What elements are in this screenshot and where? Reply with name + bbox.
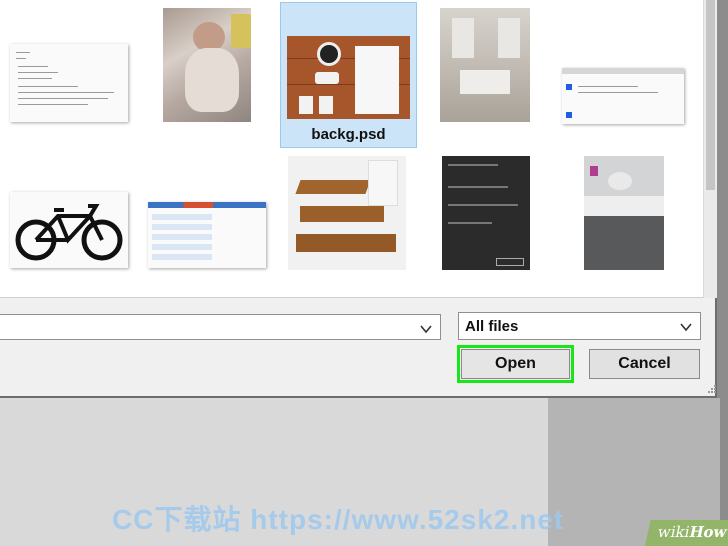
open-button[interactable]: Open xyxy=(457,345,574,383)
cabinet-thumbnail xyxy=(584,156,664,270)
spreadsheet-thumbnail xyxy=(148,202,266,268)
wikihow-logo: wikiHow xyxy=(645,520,728,546)
file-type-value: All files xyxy=(465,318,519,335)
stairs-thumbnail xyxy=(288,156,406,270)
file-open-dialog: backg.psd All files Open Cancel xyxy=(0,0,717,398)
file-label: backg.psd xyxy=(311,126,386,143)
baby-photo-thumbnail xyxy=(163,8,251,122)
file-list-pane: backg.psd xyxy=(0,0,703,298)
wikihow-logo-wiki: wiki xyxy=(656,523,692,541)
wikihow-logo-how: How xyxy=(687,523,728,541)
vertical-scrollbar[interactable] xyxy=(703,0,717,298)
file-item-dark-dialog[interactable] xyxy=(440,154,532,272)
resize-grip-icon[interactable] xyxy=(707,380,717,394)
file-item-backg-psd[interactable]: backg.psd xyxy=(280,2,417,148)
dark-dialog-thumbnail xyxy=(442,156,530,270)
cancel-button[interactable]: Cancel xyxy=(589,349,700,379)
file-item-cabinet[interactable] xyxy=(582,154,668,272)
chevron-down-icon[interactable] xyxy=(680,321,692,333)
document-thumbnail xyxy=(10,44,128,122)
file-name-input[interactable] xyxy=(0,314,441,340)
file-type-select[interactable]: All files xyxy=(458,312,701,340)
file-item-bicycle[interactable] xyxy=(8,190,130,270)
kitchen-thumbnail xyxy=(440,8,530,122)
file-item-screenshot[interactable] xyxy=(560,62,686,126)
backg-thumbnail xyxy=(287,36,410,119)
file-item-doc-a[interactable] xyxy=(8,40,130,124)
file-item-baby-photo[interactable] xyxy=(160,6,254,124)
file-item-kitchen[interactable] xyxy=(437,6,533,124)
scrollbar-thumb[interactable] xyxy=(706,0,715,190)
watermark-text: CC下载站 https://www.52sk2.net xyxy=(112,504,565,535)
file-item-stairs[interactable] xyxy=(286,154,408,272)
bicycle-thumbnail xyxy=(10,192,128,268)
chevron-down-icon[interactable] xyxy=(420,323,432,335)
screenshot-thumbnail xyxy=(562,68,684,124)
file-item-spreadsheet[interactable] xyxy=(146,200,268,272)
